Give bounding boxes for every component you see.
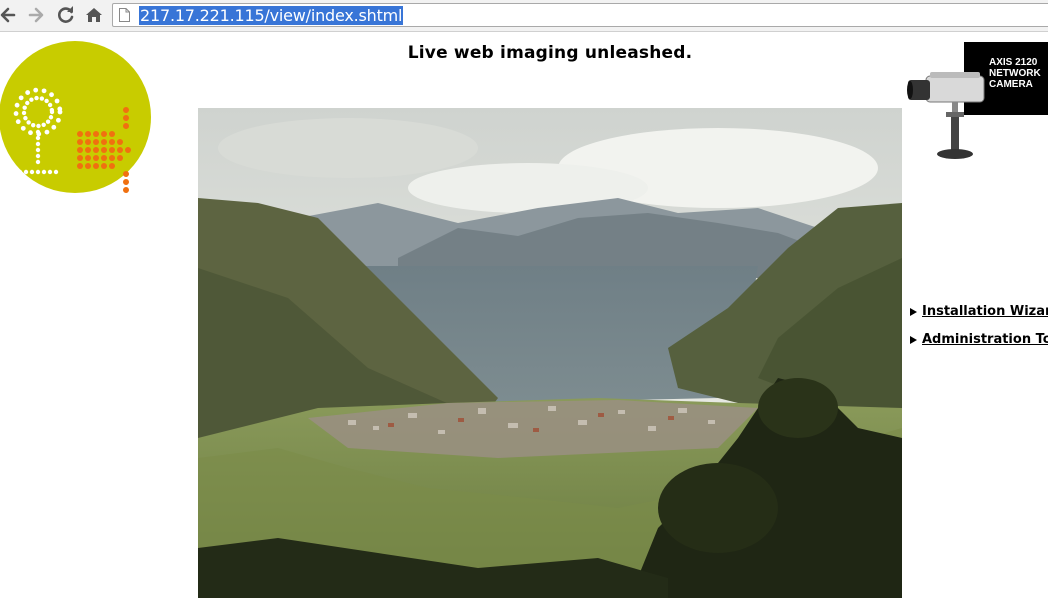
home-icon bbox=[86, 8, 102, 22]
axis-camera-ad: AXIS 2120 NETWORK CAMERA bbox=[902, 42, 1048, 182]
page-headline: Live web imaging unleashed. bbox=[407, 43, 693, 63]
bullet-arrow-icon bbox=[910, 336, 917, 344]
camera-label-text: AXIS 2120 NETWORK CAMERA bbox=[989, 57, 1041, 90]
url-text[interactable]: 217.17.221.115/view/index.shtml bbox=[139, 6, 404, 25]
axis-logo bbox=[0, 41, 151, 193]
forward-arrow-icon bbox=[28, 7, 44, 23]
live-camera-image bbox=[198, 108, 902, 598]
address-bar[interactable]: 217.17.221.115/view/index.shtml bbox=[112, 3, 1048, 27]
installation-wizard-link[interactable]: Installation Wizard bbox=[922, 304, 1048, 319]
page-content: Live web imaging unleashed. AXIS 2120 NE… bbox=[0, 32, 1048, 598]
home-button[interactable] bbox=[84, 5, 104, 25]
browser-toolbar: 217.17.221.115/view/index.shtml bbox=[0, 0, 1048, 32]
reload-button[interactable] bbox=[56, 5, 76, 25]
administration-tools-link[interactable]: Administration Tools bbox=[922, 332, 1048, 347]
back-button[interactable] bbox=[0, 5, 18, 25]
page-icon bbox=[119, 8, 130, 22]
reload-icon bbox=[58, 6, 74, 23]
network-camera-icon bbox=[907, 72, 985, 159]
bullet-arrow-icon bbox=[910, 308, 917, 316]
forward-button[interactable] bbox=[26, 5, 46, 25]
back-arrow-icon bbox=[0, 7, 16, 23]
